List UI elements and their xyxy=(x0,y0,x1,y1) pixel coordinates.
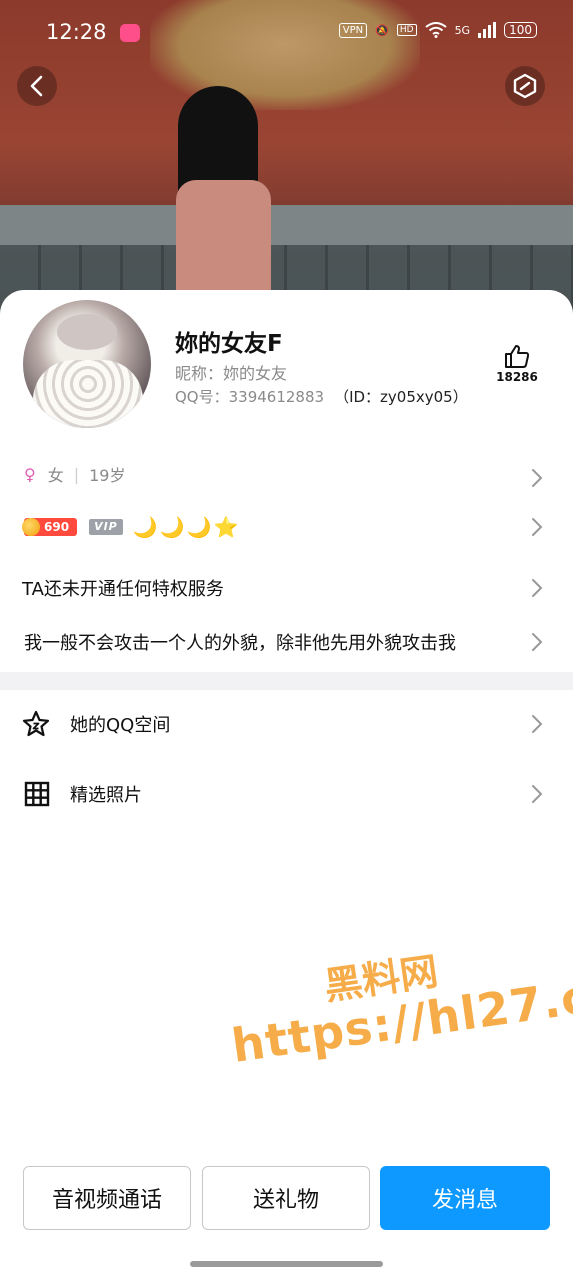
chevron-right-icon xyxy=(532,579,543,597)
profile-name: 妳的女友F xyxy=(175,331,283,357)
vip-badge: VIP xyxy=(89,519,123,535)
signature-row[interactable]: 我一般不会攻击一个人的外貌，除非他先用外貌攻击我 xyxy=(24,628,573,656)
app-notification-icon xyxy=(120,24,140,42)
chevron-right-icon xyxy=(532,518,543,536)
coin-icon xyxy=(22,518,40,536)
hexagon-settings-icon xyxy=(513,73,537,99)
grid-icon xyxy=(24,781,50,807)
qq-number: QQ号：3394612883 xyxy=(175,388,325,406)
level-badge: 690 xyxy=(22,518,78,536)
more-options-button[interactable] xyxy=(505,66,545,106)
qzone-label: 她的QQ空间 xyxy=(70,715,171,736)
chevron-right-icon xyxy=(532,469,543,487)
section-divider xyxy=(0,672,573,690)
level-number: 690 xyxy=(44,520,70,534)
avatar-face xyxy=(57,314,117,350)
profile-nickname: 昵称：妳的女友 xyxy=(175,364,288,383)
gender-text: 女 xyxy=(47,466,64,485)
cover-wall-band xyxy=(0,205,573,245)
photos-label: 精选照片 xyxy=(70,785,142,806)
female-icon: ♀ xyxy=(24,464,36,484)
status-time: 12:28 xyxy=(46,20,107,44)
chevron-right-icon xyxy=(532,633,543,651)
privilege-text: TA还未开通任何特权服务 xyxy=(22,579,224,600)
back-button[interactable] xyxy=(17,66,57,106)
signal-icon xyxy=(478,22,497,38)
info-separator: | xyxy=(73,464,80,484)
mute-icon: 🔕 xyxy=(375,23,389,37)
video-call-button[interactable]: 音视频通话 xyxy=(23,1166,191,1230)
like-button[interactable]: 18286 xyxy=(493,344,541,384)
qq-id: （ID：zy05xy05） xyxy=(334,388,468,406)
home-indicator[interactable] xyxy=(190,1261,383,1267)
chevron-left-icon xyxy=(30,75,43,97)
chevron-right-icon xyxy=(532,715,543,733)
chevron-right-icon xyxy=(532,785,543,803)
photos-row[interactable]: 精选照片 xyxy=(24,778,573,810)
status-indicators: VPN 🔕 HD 5G 100 xyxy=(338,22,537,38)
signature-text: 我一般不会攻击一个人的外貌，除非他先用外貌攻击我 xyxy=(24,633,456,654)
privilege-row[interactable]: TA还未开通任何特权服务 xyxy=(22,574,573,602)
level-row[interactable]: 690 VIP 🌙🌙🌙⭐ xyxy=(22,512,573,542)
wifi-icon xyxy=(424,22,447,38)
network-type: 5G xyxy=(454,23,471,37)
avatar[interactable] xyxy=(23,300,151,428)
battery-indicator: 100 xyxy=(504,22,537,38)
profile-qq-line: QQ号：3394612883 （ID：zy05xy05） xyxy=(175,386,468,407)
star-icon xyxy=(22,710,50,737)
like-count: 18286 xyxy=(496,370,538,384)
basic-info-row[interactable]: ♀ 女 | 19岁 xyxy=(24,460,573,488)
qzone-row[interactable]: 她的QQ空间 xyxy=(22,708,573,740)
thumbs-up-icon xyxy=(505,345,530,368)
level-moons-icon: 🌙🌙🌙⭐ xyxy=(132,515,241,539)
age-text: 19岁 xyxy=(89,466,126,485)
vpn-indicator: VPN xyxy=(338,22,368,38)
send-gift-button[interactable]: 送礼物 xyxy=(202,1166,370,1230)
send-message-button[interactable]: 发消息 xyxy=(380,1166,550,1230)
status-bar: 12:28 VPN 🔕 HD 5G 100 xyxy=(0,0,573,64)
avatar-dress xyxy=(33,360,143,428)
hd-indicator: HD xyxy=(396,24,417,36)
